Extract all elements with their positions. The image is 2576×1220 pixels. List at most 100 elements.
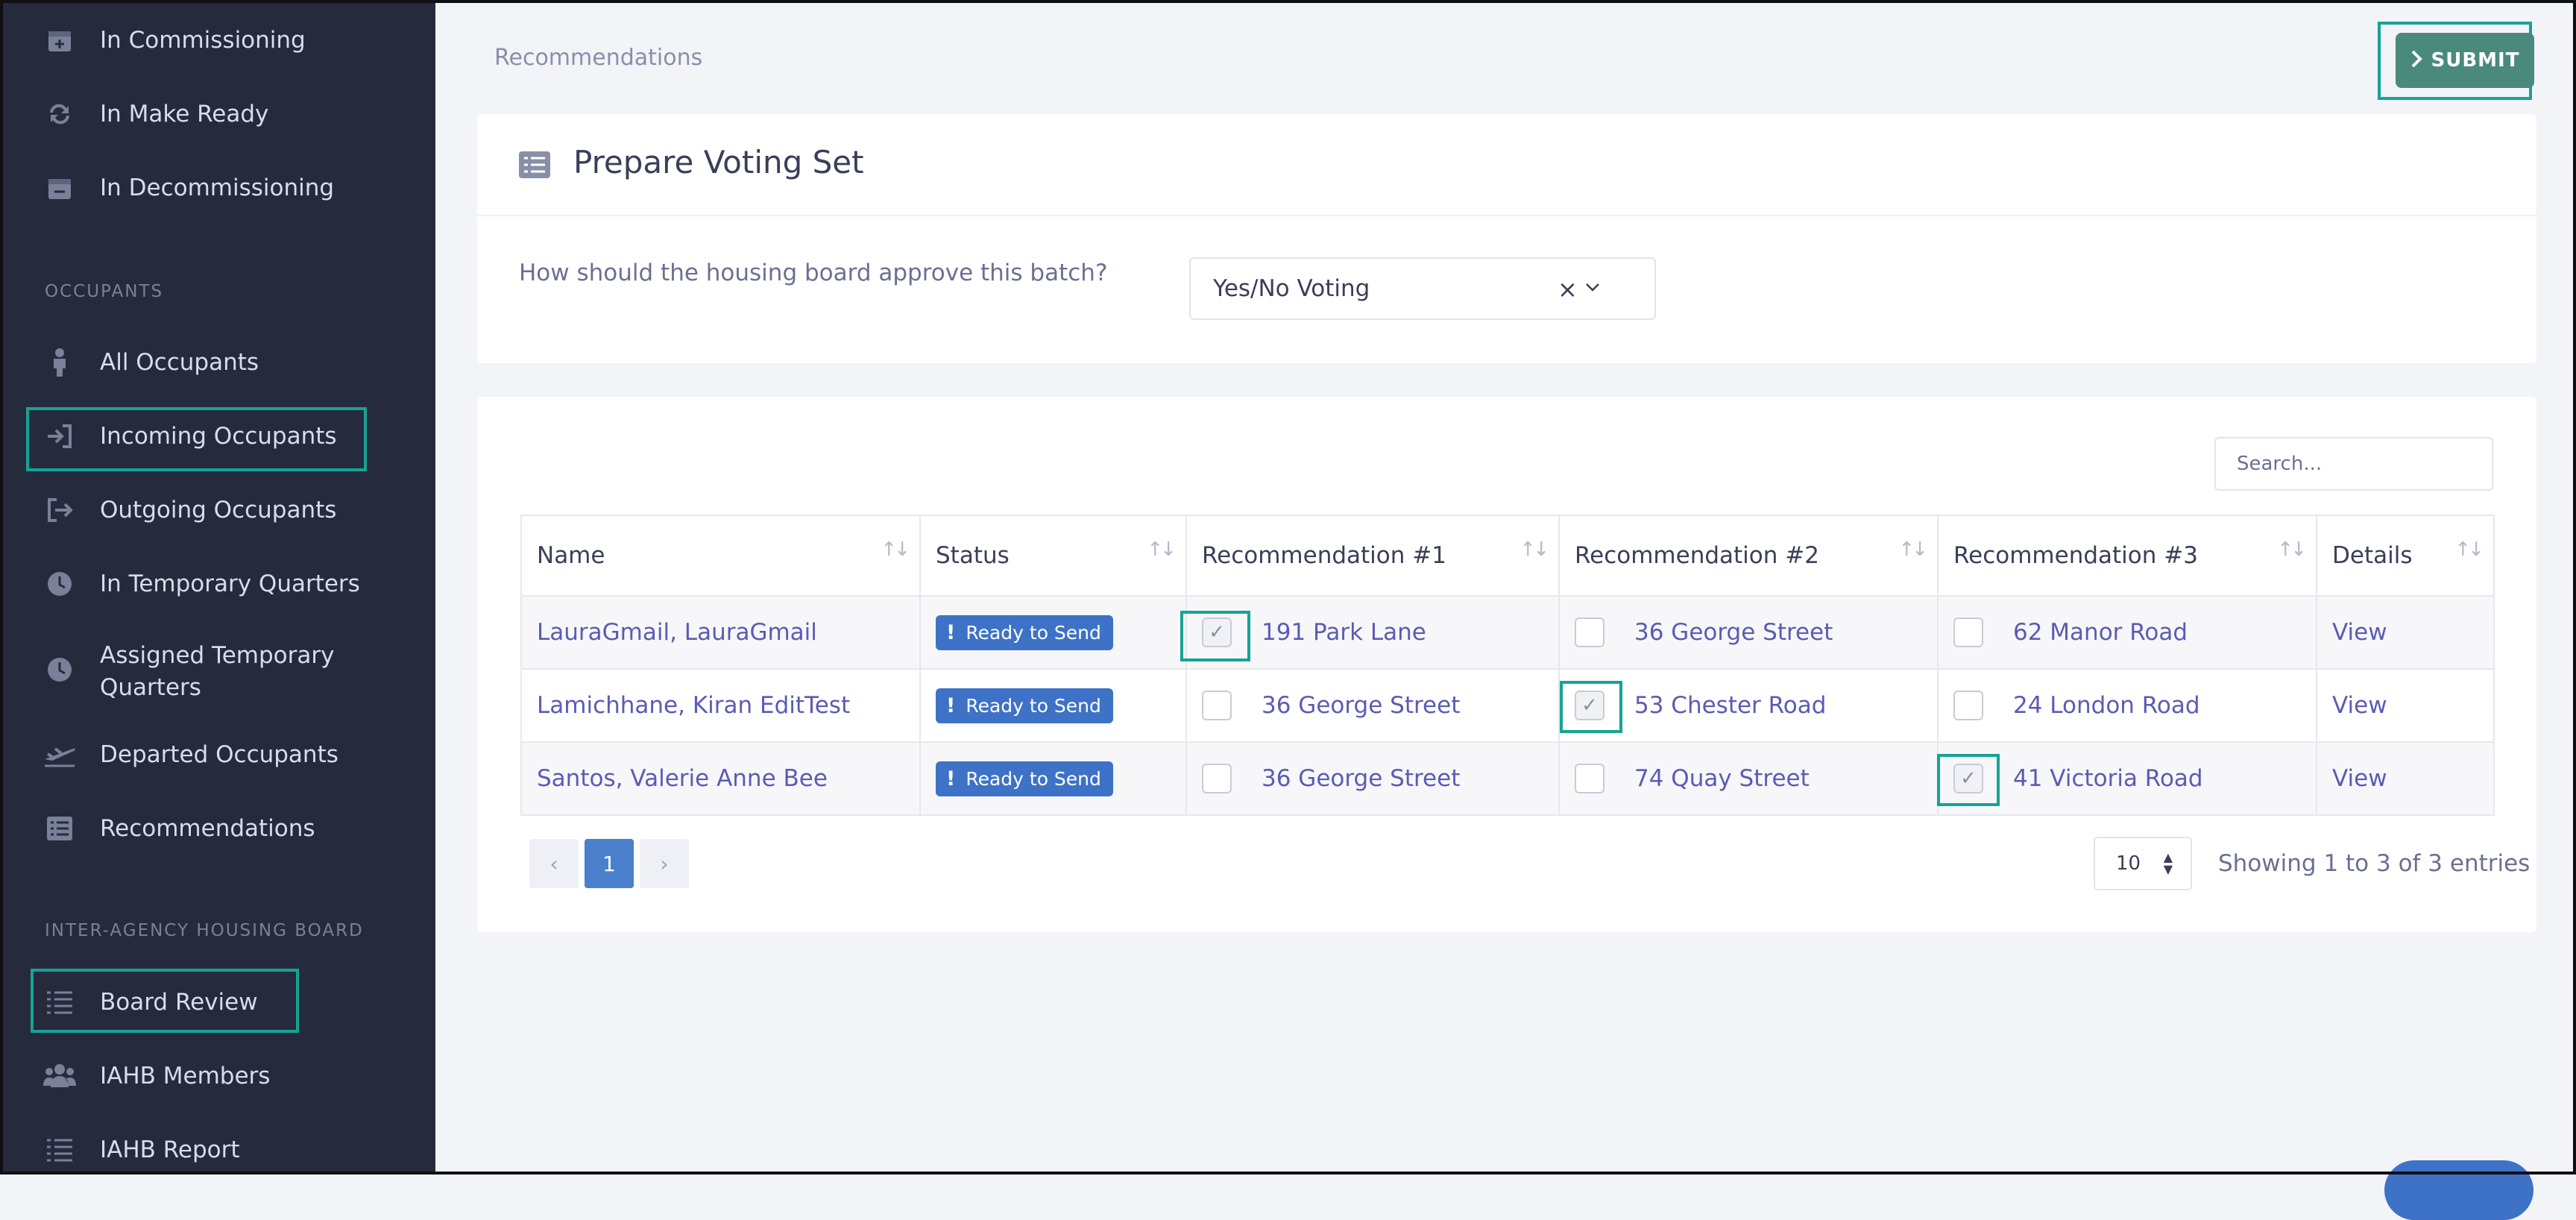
card-header: Prepare Voting Set (477, 114, 2536, 216)
page-size-select[interactable]: 10 ▲ ▼ (2094, 837, 2192, 890)
sidebar: In Commissioning In Make Ready In Decomm… (0, 0, 435, 1175)
page-size-value: 10 (2116, 852, 2141, 875)
address-link[interactable]: 36 George Street (1262, 692, 1460, 719)
sidebar-item-label: Quarters (100, 674, 201, 701)
sidebar-item-label: In Commissioning (100, 27, 306, 54)
pagination-next-button[interactable]: › (640, 839, 689, 888)
address-link[interactable]: 41 Victoria Road (2013, 765, 2203, 792)
status-badge: ! Ready to Send (936, 761, 1113, 796)
recommendation-checkbox[interactable] (1202, 691, 1232, 720)
sidebar-item-assigned-temporary-quarters[interactable]: Assigned Temporary Quarters (0, 642, 435, 701)
address-link[interactable]: 24 London Road (2013, 692, 2200, 719)
chevron-right-icon (2410, 48, 2422, 73)
address-link[interactable]: 36 George Street (1634, 619, 1833, 646)
occupant-name-link[interactable]: Lamichhane, Kiran EditTest (537, 692, 850, 719)
view-details-link[interactable]: View (2332, 692, 2387, 719)
exclamation-icon: ! (946, 694, 956, 717)
plane-icon (43, 738, 76, 771)
occupant-name-link[interactable]: LauraGmail, LauraGmail (537, 619, 817, 646)
calendar-minus-icon (43, 172, 76, 204)
sign-out-icon (43, 494, 76, 526)
table-row: LauraGmail, LauraGmail ! Ready to Send ✓ 1… (520, 595, 2495, 670)
recommendation-checkbox[interactable] (1202, 764, 1232, 793)
sidebar-item-label: Board Review (100, 989, 258, 1016)
address-link[interactable]: 74 Quay Street (1634, 765, 1810, 792)
recommendations-table: Name ↑↓ Status ↑↓ Recommendation #1 ↑↓ Reco… (520, 515, 2495, 816)
users-icon (43, 1060, 76, 1092)
recommendation-checkbox[interactable] (1575, 764, 1605, 793)
clear-icon[interactable]: × (1558, 275, 1578, 304)
sort-icon[interactable]: ↑↓ (2454, 538, 2484, 561)
sort-icon[interactable]: ↑↓ (1898, 538, 1928, 561)
view-details-link[interactable]: View (2332, 765, 2387, 792)
sidebar-item-in-temporary-quarters[interactable]: In Temporary Quarters (0, 558, 435, 610)
selected-value: Yes/No Voting (1213, 275, 1370, 302)
address-link[interactable]: 191 Park Lane (1262, 619, 1426, 646)
calendar-plus-icon (43, 24, 76, 57)
voting-method-select[interactable]: Yes/No Voting × (1189, 257, 1656, 320)
recommendation-checkbox[interactable] (1953, 617, 1983, 647)
sidebar-item-iahb-report[interactable]: IAHB Report (0, 1124, 435, 1176)
column-header-recommendation-1[interactable]: Recommendation #1 ↑↓ (1185, 515, 1560, 597)
sidebar-item-in-make-ready[interactable]: In Make Ready (0, 88, 435, 140)
list-box-icon (43, 812, 76, 845)
sort-icon[interactable]: ↑↓ (1520, 538, 1549, 561)
recommendation-checkbox[interactable] (1575, 617, 1605, 647)
sign-in-icon (43, 420, 76, 453)
submit-button[interactable]: SUBMIT (2396, 33, 2534, 88)
recommendation-checkbox[interactable]: ✓ (1953, 764, 1983, 793)
sidebar-item-board-review[interactable]: Board Review (0, 976, 435, 1028)
sort-icon[interactable]: ↑↓ (881, 538, 910, 561)
sidebar-item-label: All Occupants (100, 349, 259, 376)
search-input[interactable] (2214, 437, 2493, 491)
pagination-page-1[interactable]: 1 (585, 839, 634, 888)
sidebar-item-all-occupants[interactable]: All Occupants (0, 336, 435, 389)
sidebar-item-incoming-occupants[interactable]: Incoming Occupants (0, 410, 435, 462)
recommendation-checkbox[interactable]: ✓ (1202, 617, 1232, 647)
status-badge: ! Ready to Send (936, 614, 1113, 650)
sidebar-item-in-decommissioning[interactable]: In Decommissioning (0, 162, 435, 214)
person-icon (43, 346, 76, 379)
sidebar-item-label: Recommendations (100, 815, 315, 842)
sidebar-item-label: In Temporary Quarters (100, 570, 360, 597)
sidebar-item-label: Assigned Temporary (100, 642, 335, 669)
breadcrumb[interactable]: Recommendations (494, 45, 702, 71)
sidebar-item-departed-occupants[interactable]: Departed Occupants (0, 729, 435, 781)
view-details-link[interactable]: View (2332, 619, 2387, 646)
chevron-down-icon[interactable] (1584, 272, 1601, 307)
sidebar-item-label: Departed Occupants (100, 741, 338, 768)
address-link[interactable]: 53 Chester Road (1634, 692, 1826, 719)
check-icon: ✓ (1581, 694, 1598, 717)
check-icon: ✓ (1960, 767, 1977, 790)
list-icon (43, 1133, 76, 1166)
column-header-name[interactable]: Name ↑↓ (520, 515, 921, 597)
sidebar-item-label: IAHB Members (100, 1063, 271, 1089)
sidebar-item-iahb-members[interactable]: IAHB Members (0, 1050, 435, 1102)
list-icon (43, 986, 76, 1019)
sidebar-item-label: In Decommissioning (100, 174, 335, 201)
occupant-name-link[interactable]: Santos, Valerie Anne Bee (537, 765, 828, 792)
column-header-recommendation-3[interactable]: Recommendation #3 ↑↓ (1937, 515, 2317, 597)
address-link[interactable]: 62 Manor Road (2013, 619, 2188, 646)
column-header-recommendation-2[interactable]: Recommendation #2 ↑↓ (1558, 515, 1939, 597)
voting-question-label: How should the housing board approve thi… (519, 260, 1108, 286)
floating-action-button[interactable] (2384, 1160, 2534, 1220)
pagination-prev-button[interactable]: ‹ (529, 839, 579, 888)
sidebar-item-outgoing-occupants[interactable]: Outgoing Occupants (0, 484, 435, 536)
sort-icon[interactable]: ↑↓ (1147, 538, 1177, 561)
recommendation-checkbox[interactable]: ✓ (1575, 691, 1605, 720)
sidebar-item-label: In Make Ready (100, 101, 269, 128)
entries-info: Showing 1 to 3 of 3 entries (2218, 850, 2531, 877)
table-row: Lamichhane, Kiran EditTest ! Ready to Sen… (520, 668, 2495, 743)
status-badge: ! Ready to Send (936, 688, 1113, 723)
section-title-housing-board: INTER-AGENCY HOUSING BOARD (45, 921, 364, 940)
column-header-details[interactable]: Details ↑↓ (2316, 515, 2495, 597)
column-header-status[interactable]: Status ↑↓ (919, 515, 1187, 597)
address-link[interactable]: 36 George Street (1262, 765, 1460, 792)
sort-icon[interactable]: ↑↓ (2277, 538, 2307, 561)
sidebar-item-recommendations[interactable]: Recommendations (0, 802, 435, 855)
recommendation-checkbox[interactable] (1953, 691, 1983, 720)
card-title: Prepare Voting Set (573, 144, 864, 180)
sidebar-item-in-commissioning[interactable]: In Commissioning (0, 14, 435, 66)
list-box-icon (519, 151, 550, 178)
